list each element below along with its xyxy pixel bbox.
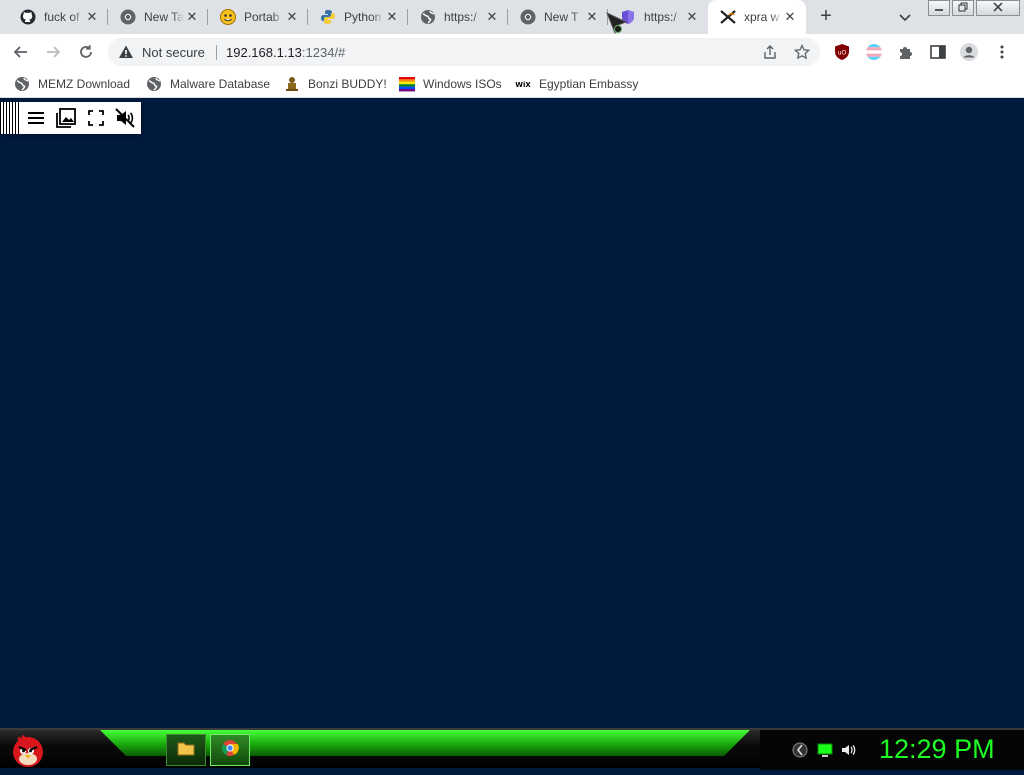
bookmark-star-icon[interactable] [793, 43, 811, 60]
bookmark-label: Egyptian Embassy [539, 77, 639, 91]
bookmark-egyptian-embassy[interactable]: WiX Egyptian Embassy [515, 75, 638, 93]
windows-list-icon[interactable] [55, 107, 77, 129]
address-bar[interactable]: Not secure 192.168.1.13:1234/# [108, 38, 820, 66]
bookmark-label: MEMZ Download [38, 77, 131, 91]
new-tab-button[interactable]: + [815, 6, 837, 28]
network-monitor-icon[interactable] [817, 742, 833, 758]
reload-button[interactable] [75, 41, 97, 63]
tab-portable[interactable]: Portab ✕ [208, 0, 308, 34]
url-host: 192.168.1.13 [226, 45, 302, 60]
close-icon[interactable]: ✕ [284, 9, 300, 25]
tab-strip: fuck of ✕ New Ta ✕ Portab ✕ Python ✕ htt… [0, 0, 1024, 34]
warning-triangle-icon[interactable] [118, 44, 134, 60]
svg-text:WiX: WiX [515, 81, 531, 89]
taskbar-file-manager[interactable] [166, 734, 206, 766]
ublock-extension-icon[interactable]: uO [831, 41, 853, 63]
kebab-menu-icon[interactable] [991, 41, 1013, 63]
tab-xpra[interactable]: xpra w ✕ [708, 0, 806, 34]
bookmark-memz[interactable]: MEMZ Download [14, 75, 130, 93]
volume-icon[interactable] [840, 742, 856, 758]
close-icon[interactable]: ✕ [782, 9, 798, 25]
omnibox-divider [216, 45, 217, 60]
bookmarks-bar: MEMZ Download Malware Database Bonzi BUD… [0, 70, 1024, 98]
chrome-icon [221, 739, 239, 762]
close-icon[interactable]: ✕ [84, 9, 100, 25]
svg-text:uO: uO [838, 50, 847, 57]
back-button[interactable] [10, 41, 32, 63]
globe-icon [14, 76, 30, 92]
bookmark-label: Windows ISOs [423, 77, 502, 91]
tab-title: Python [344, 10, 382, 24]
tab-new-tab[interactable]: New Ta ✕ [108, 0, 208, 34]
security-label[interactable]: Not secure [142, 45, 205, 60]
tab-title: Portab [244, 10, 280, 24]
side-panel-icon[interactable] [927, 41, 949, 63]
xpra-desktop[interactable] [0, 102, 1024, 728]
share-icon[interactable] [762, 44, 778, 60]
profile-avatar-icon[interactable] [958, 41, 980, 63]
tab-title: fuck of [44, 10, 80, 24]
tray-app-icon[interactable] [792, 742, 808, 758]
bonzi-icon [284, 76, 300, 92]
close-icon[interactable]: ✕ [484, 9, 500, 25]
browser-toolbar: Not secure 192.168.1.13:1234/# uO [0, 34, 1024, 70]
url-path: :1234/# [301, 45, 346, 60]
tab-title: New T [544, 10, 579, 24]
hamburger-menu-icon[interactable] [25, 107, 47, 129]
close-icon[interactable]: ✕ [384, 9, 400, 25]
tab-title: New Ta [144, 10, 184, 24]
extensions-puzzle-icon[interactable] [895, 41, 917, 63]
tab-github[interactable]: fuck of ✕ [8, 0, 108, 34]
chrome-icon [120, 9, 136, 25]
drag-handle[interactable] [0, 102, 20, 134]
bookmark-label: Malware Database [170, 77, 271, 91]
globe-icon [420, 9, 436, 25]
trans-flag-extension-icon[interactable] [863, 41, 885, 63]
bookmark-malware-db[interactable]: Malware Database [146, 75, 270, 93]
python-icon [320, 9, 336, 25]
tab-search-chevron-icon[interactable] [896, 8, 914, 26]
github-icon [20, 9, 36, 25]
xpra-icon [720, 9, 736, 25]
tab-title: https:/ [444, 10, 477, 24]
chrome-icon [520, 9, 536, 25]
tab-title: xpra w [744, 10, 780, 24]
close-icon[interactable]: ✕ [184, 9, 200, 25]
emoji-face-icon [220, 9, 236, 25]
minimize-button[interactable] [928, 0, 950, 16]
tab-new-tab-2[interactable]: New T ✕ [508, 0, 608, 34]
tab-https-1[interactable]: https:/ ✕ [408, 0, 508, 34]
speaker-muted-icon[interactable] [114, 107, 136, 129]
folder-icon [177, 739, 195, 762]
url-text[interactable]: 192.168.1.13:1234/# [226, 45, 345, 60]
bookmark-label: Bonzi BUDDY! [308, 77, 387, 91]
forward-button[interactable] [42, 41, 64, 63]
close-icon[interactable]: ✕ [684, 9, 700, 25]
taskbar: 12:29 PM [0, 728, 1024, 770]
fullscreen-icon[interactable] [85, 107, 107, 129]
wix-icon: WiX [515, 76, 531, 92]
close-icon[interactable]: ✕ [584, 9, 600, 25]
taskbar-clock[interactable]: 12:29 PM [879, 734, 995, 765]
tab-python[interactable]: Python ✕ [308, 0, 408, 34]
rainbow-flag-icon [399, 76, 415, 92]
taskbar-chrome[interactable] [210, 734, 250, 766]
restore-button[interactable] [952, 0, 974, 16]
mouse-cursor-icon [606, 12, 632, 38]
bookmark-windows-isos[interactable]: Windows ISOs [399, 75, 502, 93]
start-button-angry-bird-icon[interactable] [8, 730, 48, 770]
xpra-floating-menu [0, 102, 141, 134]
globe-icon [146, 76, 162, 92]
bookmark-bonzi[interactable]: Bonzi BUDDY! [284, 75, 387, 93]
tab-title: https:/ [644, 10, 677, 24]
close-window-button[interactable] [976, 0, 1020, 16]
